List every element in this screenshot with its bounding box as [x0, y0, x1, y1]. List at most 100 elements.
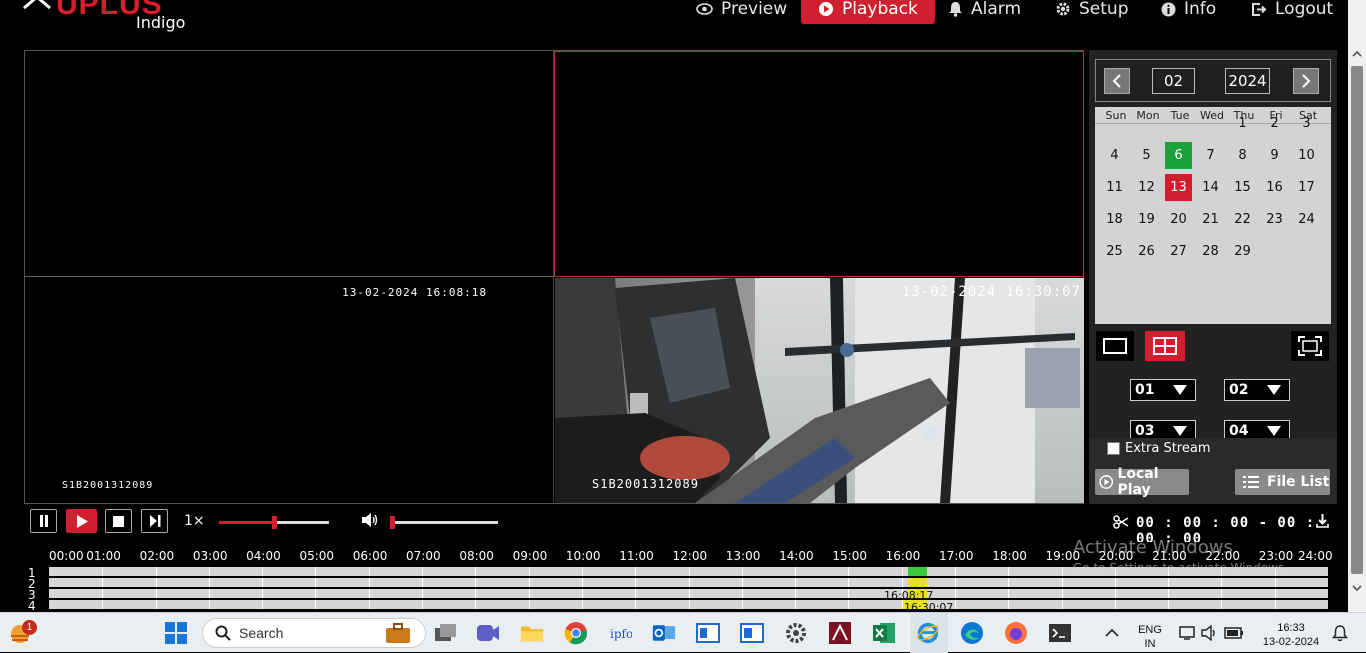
download-icon[interactable]: [1316, 514, 1329, 533]
file-list-button[interactable]: File List: [1235, 469, 1330, 495]
fullscreen-button[interactable]: [1291, 331, 1329, 361]
calendar-day[interactable]: 29: [1229, 238, 1256, 265]
month-field[interactable]: 02: [1152, 68, 1195, 94]
internet-explorer-icon[interactable]: [916, 621, 940, 645]
excel-icon[interactable]: [872, 621, 896, 645]
local-play-button[interactable]: Local Play: [1095, 466, 1189, 498]
timeline-tick: [848, 567, 850, 576]
calendar-day[interactable]: 20: [1165, 206, 1192, 233]
calendar-day[interactable]: 4: [1101, 142, 1128, 169]
scroll-thumb[interactable]: [1351, 66, 1363, 574]
channel-select-1[interactable]: 01: [1130, 379, 1196, 401]
taskbar-search[interactable]: Search: [202, 618, 426, 648]
weekday-label: Wed: [1200, 109, 1224, 122]
nav-preview[interactable]: Preview: [696, 0, 787, 24]
app-window-icon-2[interactable]: [740, 621, 764, 645]
prev-month-button[interactable]: [1104, 68, 1130, 94]
nav-playback[interactable]: Playback: [801, 0, 935, 24]
clock[interactable]: 16:33 13-02-2024: [1255, 621, 1327, 649]
nav-alarm[interactable]: Alarm: [948, 0, 1021, 24]
timeline-track-3[interactable]: [49, 589, 1328, 598]
app-icon-red[interactable]: [828, 621, 852, 645]
app-window-icon[interactable]: [696, 621, 720, 645]
recording-segment-ch1[interactable]: [908, 567, 927, 576]
file-explorer-icon[interactable]: [520, 621, 544, 645]
extra-stream-checkbox[interactable]: [1107, 442, 1120, 455]
camera-tile-1[interactable]: [25, 51, 554, 277]
calendar-day[interactable]: 7: [1197, 142, 1224, 169]
calendar-day[interactable]: 27: [1165, 238, 1192, 265]
nav-setup[interactable]: Setup: [1055, 0, 1128, 24]
timeline-tick: [262, 567, 264, 576]
calendar-day[interactable]: 5: [1133, 142, 1160, 169]
app-icon-blue[interactable]: ipfo: [608, 621, 632, 645]
calendar-day[interactable]: 15: [1229, 174, 1256, 201]
calendar-day[interactable]: 13: [1165, 174, 1192, 201]
edge-icon[interactable]: [960, 621, 984, 645]
volume-slider[interactable]: [390, 516, 498, 529]
settings-icon[interactable]: [784, 621, 808, 645]
scissors-icon[interactable]: [1113, 515, 1129, 534]
calendar-day[interactable]: 16: [1261, 174, 1288, 201]
calendar-day[interactable]: 21: [1197, 206, 1224, 233]
timeline-track-4[interactable]: [49, 600, 1328, 609]
camera-tile-2[interactable]: [554, 51, 1084, 277]
calendar-day[interactable]: 3: [1293, 110, 1320, 137]
calendar-day[interactable]: 24: [1293, 206, 1320, 233]
camera-tile-4[interactable]: 13-02-2024 16:30:07 S1B2001312089: [555, 278, 1084, 503]
start-button[interactable]: [164, 621, 188, 645]
next-frame-button[interactable]: [141, 509, 168, 533]
notifications-icon[interactable]: [1328, 621, 1352, 645]
layout-single-button[interactable]: [1096, 331, 1134, 361]
calendar-day[interactable]: 26: [1133, 238, 1160, 265]
nav-preview-label: Preview: [721, 0, 788, 19]
camera-tile-3[interactable]: 13-02-2024 16:08:18 S1B2001312089: [25, 277, 554, 503]
calendar-day[interactable]: 11: [1101, 174, 1128, 201]
firefox-icon[interactable]: [1004, 621, 1028, 645]
calendar-day[interactable]: 23: [1261, 206, 1288, 233]
calendar-day[interactable]: 8: [1229, 142, 1256, 169]
calendar-day[interactable]: 12: [1133, 174, 1160, 201]
speed-slider[interactable]: [219, 516, 329, 529]
play-button[interactable]: [66, 509, 97, 533]
layout-quad-button[interactable]: [1145, 331, 1185, 361]
chevron-up-icon[interactable]: [1100, 621, 1124, 645]
local-play-label: Local Play: [1117, 466, 1159, 498]
chrome-icon[interactable]: [564, 621, 588, 645]
network-icon[interactable]: [1176, 621, 1200, 645]
volume-slider-thumb[interactable]: [390, 516, 395, 529]
calendar-day[interactable]: 2: [1261, 110, 1288, 137]
scroll-up-icon[interactable]: [1348, 48, 1366, 60]
recording-segment-ch2[interactable]: [908, 578, 927, 587]
pause-button[interactable]: [30, 509, 57, 533]
calendar-day[interactable]: 1: [1229, 110, 1256, 137]
calendar-day[interactable]: 10: [1293, 142, 1320, 169]
calendar-day[interactable]: 19: [1133, 206, 1160, 233]
calendar-day[interactable]: 25: [1101, 238, 1128, 265]
language-indicator[interactable]: ENG IN: [1136, 623, 1164, 651]
year-field[interactable]: 2024: [1225, 68, 1270, 94]
calendar-day[interactable]: 6: [1165, 142, 1192, 169]
scroll-down-icon[interactable]: [1348, 582, 1366, 594]
nav-info[interactable]: Info: [1161, 0, 1216, 24]
teams-meet-icon[interactable]: [476, 621, 500, 645]
task-view-icon[interactable]: [433, 621, 457, 645]
battery-icon[interactable]: [1222, 621, 1246, 645]
speaker-icon[interactable]: [1198, 621, 1222, 645]
speed-slider-thumb[interactable]: [272, 516, 277, 529]
volume-icon[interactable]: [361, 512, 379, 533]
timeline-track-2[interactable]: [49, 578, 1328, 587]
outlook-icon[interactable]: [652, 621, 676, 645]
channel-select-2[interactable]: 02: [1224, 379, 1290, 401]
terminal-icon[interactable]: [1048, 621, 1072, 645]
calendar-day[interactable]: 14: [1197, 174, 1224, 201]
calendar-day[interactable]: 28: [1197, 238, 1224, 265]
next-month-button[interactable]: [1293, 68, 1319, 94]
nav-logout[interactable]: Logout: [1251, 0, 1333, 24]
calendar-day[interactable]: 9: [1261, 142, 1288, 169]
page-scrollbar[interactable]: [1348, 0, 1366, 612]
calendar-day[interactable]: 18: [1101, 206, 1128, 233]
calendar-day[interactable]: 22: [1229, 206, 1256, 233]
stop-button[interactable]: [105, 509, 132, 533]
calendar-day[interactable]: 17: [1293, 174, 1320, 201]
